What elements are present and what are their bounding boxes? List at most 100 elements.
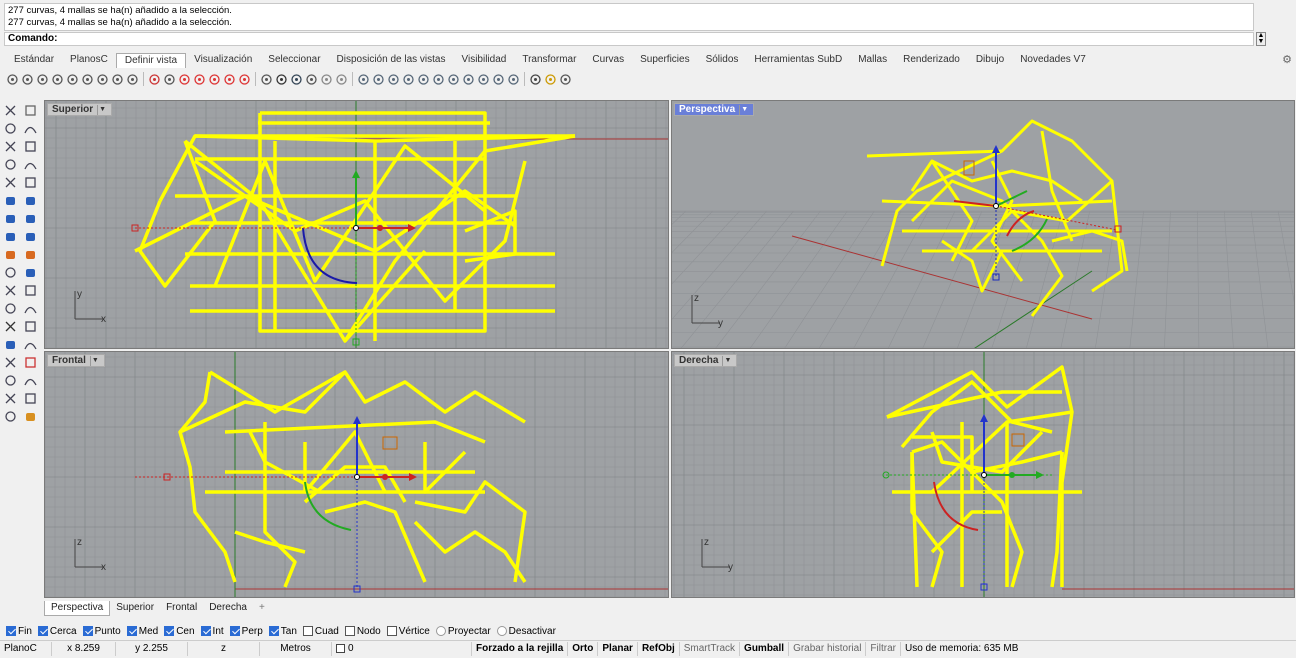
cplane-icon[interactable]: [432, 73, 445, 86]
chevron-down-icon[interactable]: ▼: [739, 104, 749, 115]
tab-definir-vista[interactable]: Definir vista: [115, 52, 187, 68]
rectangle-icon[interactable]: [23, 157, 38, 172]
tab-dibujo[interactable]: Dibujo: [968, 53, 1012, 67]
rotate-view-icon[interactable]: [21, 73, 34, 86]
fillet-curve-icon[interactable]: [23, 301, 38, 316]
group-icon[interactable]: [3, 337, 18, 352]
osnap-checkbox[interactable]: [229, 626, 240, 636]
edit-surface-icon[interactable]: [23, 193, 38, 208]
cplane-icon[interactable]: [507, 73, 520, 86]
osnap-proyectar[interactable]: Proyectar: [435, 626, 491, 637]
zoom-selected-icon[interactable]: [81, 73, 94, 86]
camera-icon[interactable]: [275, 73, 288, 86]
cplane-icon[interactable]: [492, 73, 505, 86]
curve-icon[interactable]: [23, 121, 38, 136]
layout-icon[interactable]: [305, 73, 318, 86]
car-icon[interactable]: [208, 73, 221, 86]
car-icon[interactable]: [178, 73, 191, 86]
car-icon[interactable]: [223, 73, 236, 86]
tab-solidos[interactable]: Sólidos: [698, 53, 747, 67]
undo-view-icon[interactable]: [96, 73, 109, 86]
tab-visualizacion[interactable]: Visualización: [186, 53, 260, 67]
sun-icon[interactable]: [544, 73, 557, 86]
paint-icon[interactable]: [23, 409, 38, 424]
viewport-right-canvas[interactable]: zy: [672, 352, 1295, 598]
osnap-desactivar[interactable]: Desactivar: [496, 626, 556, 637]
polyline-icon[interactable]: [3, 121, 18, 136]
vp-tab-perspectiva[interactable]: Perspectiva: [44, 600, 111, 616]
chevron-down-icon[interactable]: ▼: [722, 355, 732, 366]
scale-icon[interactable]: [23, 247, 38, 262]
osnap-checkbox[interactable]: [496, 626, 507, 636]
explode-icon[interactable]: [23, 337, 38, 352]
select-icon[interactable]: [3, 103, 18, 118]
zoom-window-icon[interactable]: [51, 73, 64, 86]
chevron-down-icon[interactable]: ▼: [97, 104, 107, 115]
sphere-icon[interactable]: [23, 211, 38, 226]
viewport-front[interactable]: zx Frontal ▼: [44, 351, 669, 598]
viewport-front-canvas[interactable]: zx: [45, 352, 669, 598]
osnap-cerca[interactable]: Cerca: [37, 626, 77, 637]
zoom-out-icon[interactable]: [126, 73, 139, 86]
osnap-fin[interactable]: Fin: [6, 626, 32, 637]
curve-edit-icon[interactable]: [3, 301, 18, 316]
layer-icon[interactable]: [23, 355, 38, 370]
car-icon[interactable]: [193, 73, 206, 86]
osnap-checkbox[interactable]: [435, 626, 446, 636]
cplane-icon[interactable]: [477, 73, 490, 86]
toggle-gumball[interactable]: Gumball: [740, 641, 790, 656]
osnap-tan[interactable]: Tan: [268, 626, 297, 637]
check-mark-icon[interactable]: [23, 391, 38, 406]
circle-icon[interactable]: [3, 139, 18, 154]
tab-disposicion[interactable]: Disposición de las vistas: [329, 53, 454, 67]
toggle-grid-snap[interactable]: Forzado a la rejilla: [472, 641, 569, 656]
toggle-smarttrack[interactable]: SmartTrack: [680, 641, 741, 656]
vp-tab-frontal[interactable]: Frontal: [160, 601, 203, 615]
status-layer[interactable]: 0: [332, 641, 472, 656]
array-icon[interactable]: [3, 373, 18, 388]
tab-transformar[interactable]: Transformar: [514, 53, 584, 67]
render-icon[interactable]: [3, 409, 18, 424]
viewport-perspective[interactable]: zy Perspectiva ▼: [671, 100, 1295, 349]
offset-icon[interactable]: [23, 283, 38, 298]
cplane-icon[interactable]: [417, 73, 430, 86]
tab-estandar[interactable]: Estándar: [6, 53, 62, 67]
tab-seleccionar[interactable]: Seleccionar: [260, 53, 328, 67]
toggle-history[interactable]: Grabar historial: [789, 641, 867, 656]
osnap-checkbox[interactable]: [268, 626, 279, 636]
tab-curvas[interactable]: Curvas: [584, 53, 632, 67]
gear-icon[interactable]: ⚙: [1282, 53, 1292, 66]
viewport-top[interactable]: yx Superior ▼: [44, 100, 669, 349]
vp-tab-derecha[interactable]: Derecha: [203, 601, 253, 615]
viewport-top-label[interactable]: Superior ▼: [47, 103, 113, 116]
toggle-planar[interactable]: Planar: [598, 641, 638, 656]
tab-superficies[interactable]: Superficies: [632, 53, 697, 67]
osnap-checkbox[interactable]: [386, 626, 397, 636]
osnap-punto[interactable]: Punto: [82, 626, 121, 637]
viewport-top-canvas[interactable]: yx: [45, 101, 669, 349]
add-viewport-icon[interactable]: +: [253, 601, 271, 615]
tab-novedades[interactable]: Novedades V7: [1012, 53, 1094, 67]
toggle-ortho[interactable]: Orto: [568, 641, 599, 656]
command-scroll-button[interactable]: ▲ ▼: [1256, 32, 1266, 46]
zoom-extents-icon[interactable]: [66, 73, 79, 86]
trim-icon[interactable]: [23, 265, 38, 280]
chevron-down-icon[interactable]: ▼: [89, 355, 100, 366]
fillet-icon[interactable]: [3, 265, 18, 280]
viewport-perspective-canvas[interactable]: zy: [672, 101, 1295, 349]
osnap-checkbox[interactable]: [344, 626, 355, 636]
cplane-icon[interactable]: [372, 73, 385, 86]
viewport-right[interactable]: zy Derecha ▼: [671, 351, 1295, 598]
check-icon[interactable]: [3, 391, 18, 406]
zoom-in-icon[interactable]: [111, 73, 124, 86]
extrude-icon[interactable]: [23, 229, 38, 244]
tab-planosc[interactable]: PlanosC: [62, 53, 116, 67]
tab-renderizado[interactable]: Renderizado: [895, 53, 968, 67]
dimension-icon[interactable]: [3, 319, 18, 334]
viewport-perspective-label[interactable]: Perspectiva ▼: [674, 103, 755, 116]
analyze-icon[interactable]: [3, 355, 18, 370]
osnap-checkbox[interactable]: [82, 626, 93, 636]
osnap-int[interactable]: Int: [200, 626, 224, 637]
camera-dark-icon[interactable]: [163, 73, 176, 86]
viewport-front-label[interactable]: Frontal ▼: [47, 354, 105, 367]
